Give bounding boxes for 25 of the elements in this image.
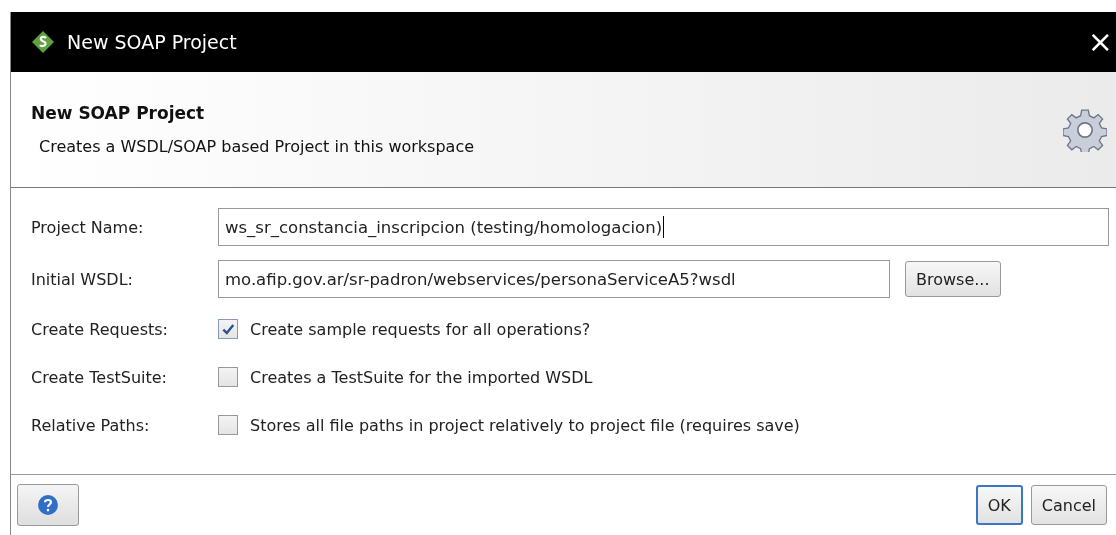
checkmark-icon — [221, 322, 235, 336]
checkbox[interactable] — [218, 319, 238, 339]
help-button[interactable] — [17, 484, 79, 526]
gear-icon — [1063, 107, 1107, 152]
close-button[interactable]: × — [1083, 27, 1116, 57]
window-title: New SOAP Project — [67, 31, 237, 53]
checkbox[interactable] — [218, 415, 238, 435]
project-name-field[interactable]: ws_sr_constancia_inscripcion (testing/homologacion) — [218, 208, 1109, 246]
field-label: Create Requests: — [31, 319, 169, 339]
dialog-heading: New SOAP Project — [31, 103, 206, 123]
dialog-description: Creates a WSDL/SOAP based Project in this workspace — [38, 137, 476, 156]
field-label: Initial WSDL: — [31, 269, 134, 289]
dialog-button[interactable]: OK — [975, 485, 1023, 525]
wsdl-url-field[interactable]: mo.afip.gov.ar/sr-padron/webservices/personaServiceA5?wsdl — [218, 260, 890, 298]
checkbox-label: Stores all file paths in project relatively to project file (requires save) — [250, 415, 800, 435]
app-logo-icon — [31, 30, 55, 54]
checkbox-label: Creates a TestSuite for the imported WSDL — [250, 367, 593, 387]
help-icon — [37, 494, 59, 516]
dialog-button[interactable]: Cancel — [1030, 485, 1107, 525]
checkbox-label: Create sample requests for all operations? — [250, 319, 591, 339]
field-label: Create TestSuite: — [31, 367, 168, 387]
field-label: Relative Paths: — [31, 415, 151, 435]
checkbox[interactable] — [218, 367, 238, 387]
field-label: Project Name: — [31, 217, 145, 237]
browse-button[interactable]: Browse... — [905, 261, 1001, 297]
